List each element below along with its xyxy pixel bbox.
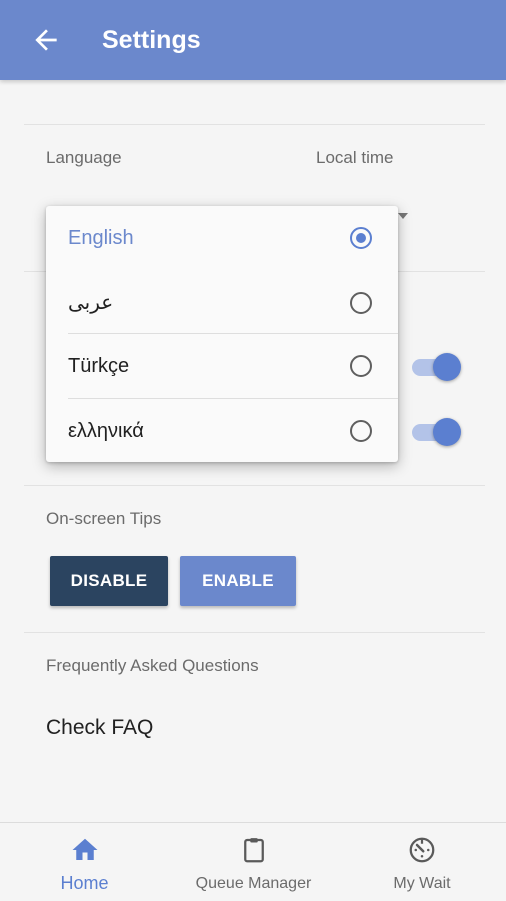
divider <box>24 632 485 633</box>
nav-item-queue-manager[interactable]: Queue Manager <box>169 823 338 901</box>
language-option-english[interactable]: English <box>46 206 398 271</box>
disable-button[interactable]: DISABLE <box>50 556 168 606</box>
toggle-thumb <box>433 353 461 381</box>
toggle-thumb <box>433 418 461 446</box>
nav-label-my-wait: My Wait <box>393 875 451 892</box>
nav-item-home[interactable]: Home <box>0 823 169 901</box>
language-label: Language <box>46 148 122 167</box>
page-title: Settings <box>102 26 201 54</box>
clipboard-icon <box>243 838 264 863</box>
enable-button[interactable]: ENABLE <box>180 556 296 606</box>
dropdown-arrow-icon[interactable] <box>398 213 408 219</box>
nav-label-queue-manager: Queue Manager <box>195 875 312 892</box>
option-label: English <box>68 227 134 249</box>
option-label: Türkçe <box>68 355 130 377</box>
radio-unselected-icon[interactable] <box>350 355 372 377</box>
faq-section-label: Frequently Asked Questions <box>46 656 259 675</box>
check-faq-link[interactable]: Check FAQ <box>46 716 153 740</box>
app-bar: Settings <box>0 0 506 80</box>
toggle-switch-2[interactable] <box>410 417 466 447</box>
on-screen-tips-label: On-screen Tips <box>46 509 162 528</box>
language-option-greek[interactable]: ελληνικά <box>46 399 398 464</box>
bottom-navigation: Home Queue Manager My Wait <box>0 822 506 901</box>
divider <box>24 124 485 125</box>
language-dropdown-menu: English عربى Türkçe ελληνικά <box>46 206 398 462</box>
radio-unselected-icon[interactable] <box>350 292 372 314</box>
radio-selected-icon[interactable] <box>350 227 372 249</box>
option-label: عربى <box>68 292 114 314</box>
home-icon <box>72 838 97 860</box>
nav-label-home: Home <box>60 873 109 893</box>
toggle-switch-1[interactable] <box>410 352 466 382</box>
nav-item-my-wait[interactable]: My Wait <box>338 823 506 901</box>
back-button[interactable] <box>30 24 62 56</box>
arrow-left-icon <box>35 29 57 51</box>
local-time-label: Local time <box>316 148 394 167</box>
divider <box>24 485 485 486</box>
timer-icon <box>409 837 435 863</box>
radio-unselected-icon[interactable] <box>350 420 372 442</box>
language-option-turkish[interactable]: Türkçe <box>46 334 398 399</box>
language-option-arabic[interactable]: عربى <box>46 271 398 336</box>
option-label: ελληνικά <box>68 420 144 442</box>
